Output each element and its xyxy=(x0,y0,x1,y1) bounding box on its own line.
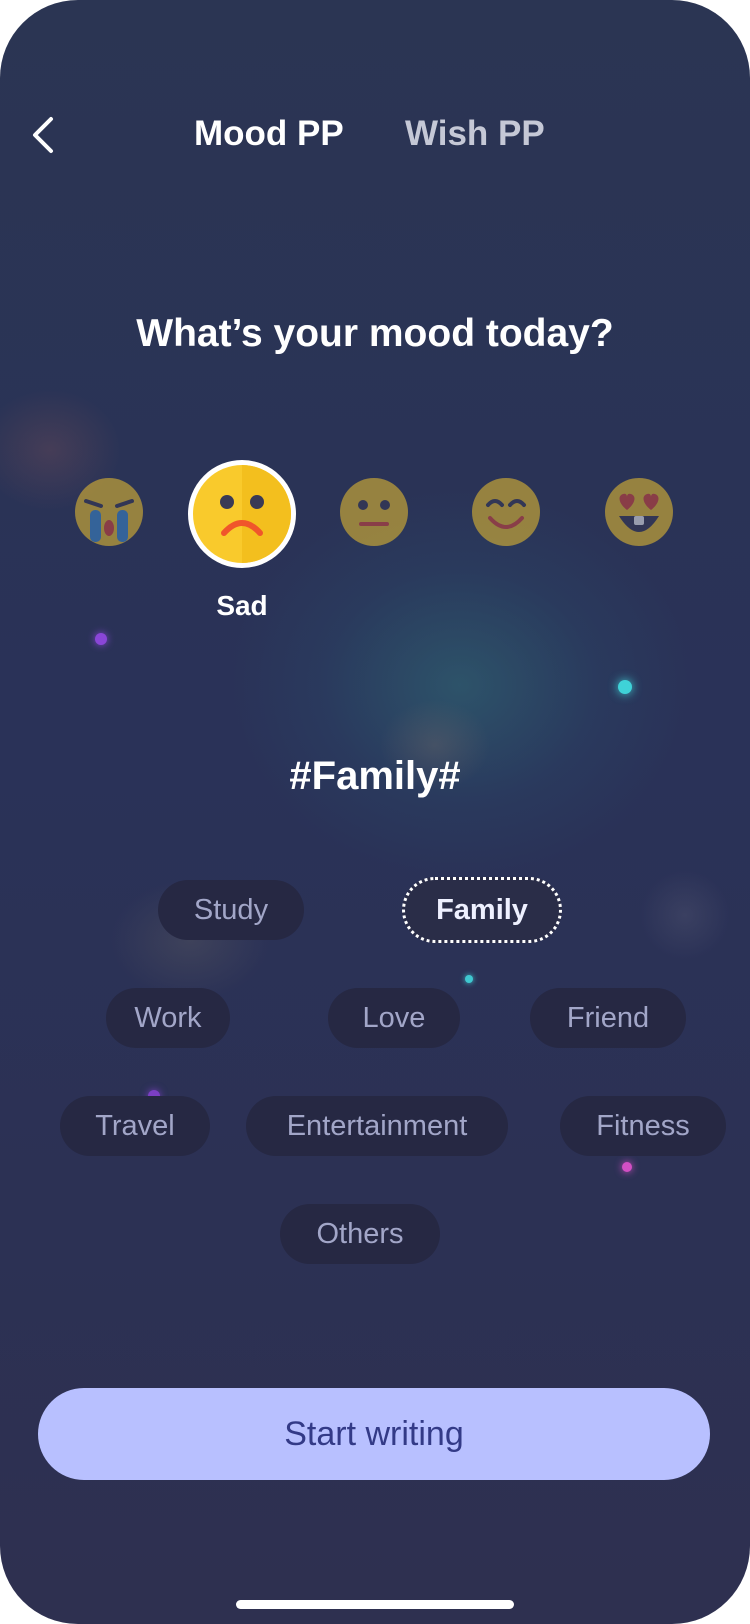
selected-mood-label: Sad xyxy=(216,590,268,621)
tag-love[interactable]: Love xyxy=(328,988,460,1048)
start-writing-button[interactable]: Start writing xyxy=(38,1388,710,1480)
tag-work[interactable]: Work xyxy=(106,988,230,1048)
tag-family[interactable]: Family xyxy=(402,877,562,943)
neutral-face-icon xyxy=(340,478,408,546)
mood-option-neutral[interactable] xyxy=(338,476,410,548)
tag-others[interactable]: Others xyxy=(280,1204,440,1264)
tag-entertainment[interactable]: Entertainment xyxy=(246,1096,508,1156)
crying-face-icon xyxy=(75,478,143,546)
background-glow xyxy=(230,490,690,880)
mood-option-sad[interactable] xyxy=(188,460,296,568)
sparkle xyxy=(618,680,632,694)
tag-friend[interactable]: Friend xyxy=(530,988,686,1048)
sparkle xyxy=(622,1162,632,1172)
tag-study[interactable]: Study xyxy=(158,880,304,940)
selected-topic-title: #Family# xyxy=(289,754,461,798)
mood-option-smiling[interactable] xyxy=(470,476,542,548)
heart-eyes-face-icon xyxy=(605,478,673,546)
mood-option-heart-eyes[interactable] xyxy=(603,476,675,548)
smiling-face-icon xyxy=(472,478,540,546)
back-button[interactable] xyxy=(26,112,60,158)
sparkle xyxy=(465,975,473,983)
home-indicator xyxy=(236,1600,514,1609)
tag-fitness[interactable]: Fitness xyxy=(560,1096,726,1156)
tab-wish-pp[interactable]: Wish PP xyxy=(405,114,545,154)
chevron-left-icon xyxy=(33,117,53,153)
tab-mood-pp[interactable]: Mood PP xyxy=(194,114,344,154)
mood-option-crying[interactable] xyxy=(73,476,145,548)
background-glow xyxy=(640,870,730,960)
screen: Mood PP Wish PP What’s your mood today? xyxy=(0,0,750,1624)
sparkle xyxy=(95,633,107,645)
mood-question: What’s your mood today? xyxy=(136,312,614,355)
tag-travel[interactable]: Travel xyxy=(60,1096,210,1156)
sad-face-icon xyxy=(193,465,291,563)
